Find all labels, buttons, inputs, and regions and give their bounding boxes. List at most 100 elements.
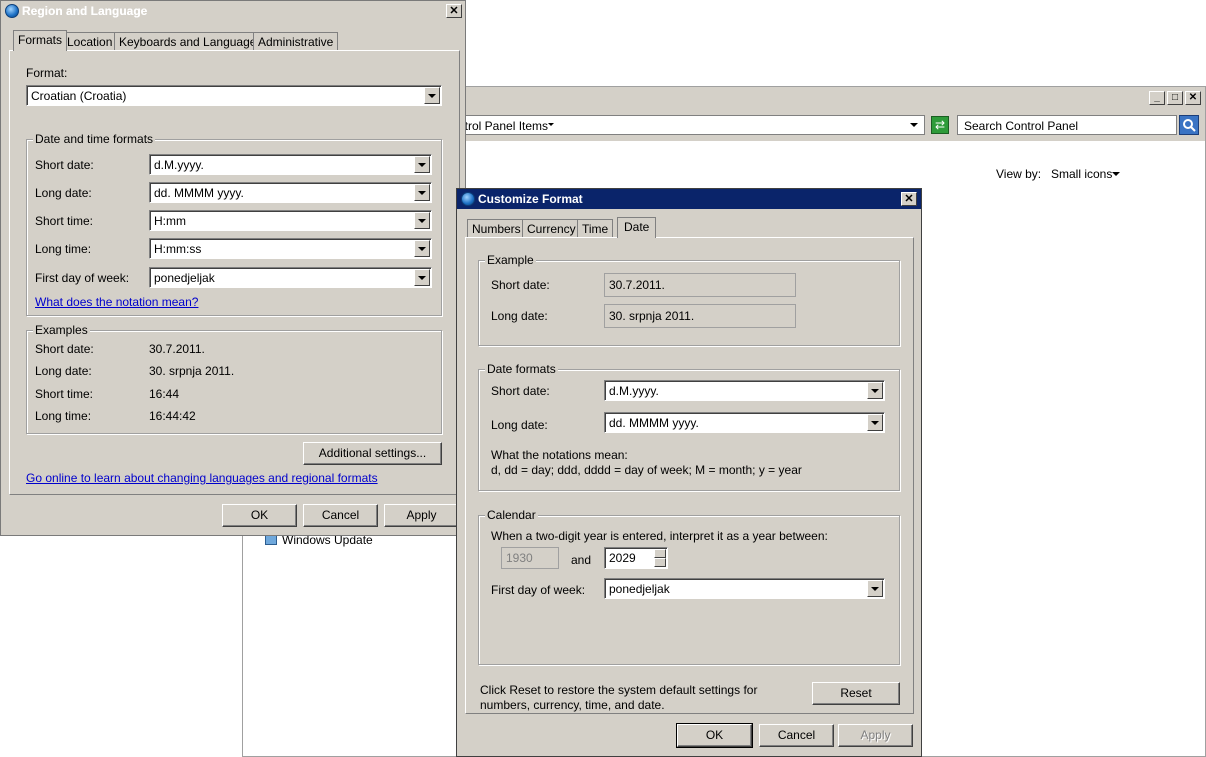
region-language-dialog: Region and Language ✕ Formats Location K…: [0, 0, 466, 536]
chevron-down-icon[interactable]: [867, 580, 883, 597]
tab-time[interactable]: Time: [577, 219, 614, 238]
tab-keyboards-label: Keyboards and Languages: [119, 35, 263, 49]
short-time-value: H:mm: [154, 214, 186, 228]
tab-administrative[interactable]: Administrative: [253, 32, 339, 51]
long-date-value[interactable]: dd. MMMM yyyy.: [609, 416, 699, 430]
long-date-select[interactable]: dd. MMMM yyyy.: [149, 182, 432, 203]
globe-icon: [5, 4, 19, 18]
online-help-link[interactable]: Go online to learn about changing langua…: [26, 471, 378, 485]
calendar-first-day-label: First day of week:: [491, 583, 586, 597]
address-dropdown-icon[interactable]: [910, 123, 918, 127]
first-day-select[interactable]: ponedjeljak: [149, 267, 432, 288]
breadcrumb-chevron-icon[interactable]: [548, 123, 554, 126]
customize-format-dialog: Customize Format ✕ Numbers Currency Time…: [456, 188, 922, 757]
tab-keyboards-languages[interactable]: Keyboards and Languages: [114, 32, 268, 51]
calendar-first-day-select[interactable]: ponedjeljak: [604, 578, 885, 599]
tab-location[interactable]: Location: [62, 32, 118, 51]
tab-time-label: Time: [582, 222, 609, 236]
chevron-down-icon[interactable]: [424, 87, 440, 104]
search-icon[interactable]: [1179, 115, 1199, 135]
example-long-date-label: Long date:: [35, 364, 92, 378]
long-time-select[interactable]: H:mm:ss: [149, 238, 432, 259]
chevron-down-icon[interactable]: [414, 240, 430, 257]
view-by-chevron-icon[interactable]: [1112, 172, 1120, 176]
chevron-down-icon[interactable]: [414, 269, 430, 286]
minimize-button[interactable]: _: [1149, 91, 1165, 105]
customize-title: Customize Format: [478, 192, 583, 206]
region-apply-button[interactable]: Apply: [384, 504, 459, 527]
spin-down-icon[interactable]: [654, 558, 666, 567]
example-long-date-value: 30. srpnja 2011.: [604, 304, 796, 328]
maximize-button[interactable]: □: [1167, 91, 1183, 105]
chevron-down-icon[interactable]: [867, 414, 883, 431]
long-date-value: dd. MMMM yyyy.: [154, 186, 244, 200]
short-date-value[interactable]: d.M.yyyy.: [609, 384, 659, 398]
short-date-select[interactable]: d.M.yyyy.: [149, 154, 432, 175]
date-time-formats-label: Date and time formats: [33, 132, 156, 146]
region-cancel-button[interactable]: Cancel: [303, 504, 378, 527]
format-select[interactable]: Croatian (Croatia): [26, 85, 442, 106]
example-short-date-label: Short date:: [491, 278, 550, 292]
tab-currency[interactable]: Currency: [522, 219, 581, 238]
date-formats-label: Date formats: [485, 362, 558, 376]
example-long-date-value: 30. srpnja 2011.: [149, 364, 235, 378]
chevron-down-icon[interactable]: [414, 156, 430, 173]
chevron-down-icon[interactable]: [867, 382, 883, 399]
long-time-value: H:mm:ss: [154, 242, 202, 256]
example-short-date-label: Short date:: [35, 342, 94, 356]
region-close-button[interactable]: ✕: [446, 4, 462, 18]
region-titlebar: Region and Language: [1, 1, 465, 21]
breadcrumb[interactable]: ntrol Panel Items: [458, 119, 548, 133]
region-ok-button[interactable]: OK: [222, 504, 297, 527]
search-field[interactable]: Search Control Panel: [957, 115, 1177, 135]
long-date-combo[interactable]: dd. MMMM yyyy.: [604, 412, 885, 433]
view-by-dropdown[interactable]: Small icons: [1051, 167, 1112, 181]
customize-close-button[interactable]: ✕: [901, 192, 917, 206]
additional-settings-button[interactable]: Additional settings...: [303, 442, 442, 465]
customize-ok-button[interactable]: OK: [676, 723, 753, 748]
format-value: Croatian (Croatia): [31, 89, 127, 103]
tab-currency-label: Currency: [527, 222, 576, 236]
chevron-down-icon[interactable]: [414, 184, 430, 201]
long-date-label: Long date:: [35, 186, 92, 200]
and-label: and: [571, 553, 592, 567]
view-by-label: View by:: [996, 167, 1042, 181]
first-day-value: ponedjeljak: [154, 271, 215, 285]
reset-button[interactable]: Reset: [812, 682, 900, 705]
address-bar[interactable]: ntrol Panel Items: [453, 115, 925, 135]
short-date-combo[interactable]: d.M.yyyy.: [604, 380, 885, 401]
refresh-icon[interactable]: ⇄: [931, 116, 949, 134]
close-button[interactable]: ✕: [1185, 91, 1201, 105]
year-from-field: 1930: [501, 547, 559, 569]
year-to-spinner[interactable]: 2029: [604, 547, 668, 569]
customize-cancel-button[interactable]: Cancel: [759, 724, 834, 747]
example-long-time-value: 16:44:42: [149, 409, 196, 423]
tab-date[interactable]: Date: [617, 217, 657, 238]
format-label: Format:: [26, 66, 68, 80]
short-time-select[interactable]: H:mm: [149, 210, 432, 231]
notations-title: What the notations mean:: [491, 448, 628, 462]
notation-help-link[interactable]: What does the notation mean?: [35, 295, 198, 309]
tab-date-label: Date: [624, 220, 650, 234]
tab-location-label: Location: [67, 35, 113, 49]
year-to-value[interactable]: 2029: [609, 551, 636, 565]
reset-hint-line2: numbers, currency, time, and date.: [480, 698, 665, 712]
example-short-time-value: 16:44: [149, 387, 180, 401]
region-title: Region and Language: [22, 4, 148, 18]
spin-up-icon[interactable]: [654, 549, 666, 558]
short-date-label: Short date:: [35, 158, 94, 172]
calendar-description: When a two-digit year is entered, interp…: [491, 529, 828, 543]
tab-formats[interactable]: Formats: [13, 30, 68, 51]
notations-text: d, dd = day; ddd, dddd = day of week; M …: [491, 463, 802, 477]
examples-label: Examples: [33, 323, 90, 337]
calendar-first-day-value: ponedjeljak: [609, 582, 670, 596]
short-date-label: Short date:: [491, 384, 550, 398]
example-long-date-label: Long date:: [491, 309, 548, 323]
example-label: Example: [485, 253, 536, 267]
example-long-time-label: Long time:: [35, 409, 92, 423]
chevron-down-icon[interactable]: [414, 212, 430, 229]
tab-numbers[interactable]: Numbers: [467, 219, 526, 238]
customize-apply-button[interactable]: Apply: [838, 724, 913, 747]
example-short-date-value: 30.7.2011.: [149, 342, 205, 356]
short-date-value: d.M.yyyy.: [154, 158, 204, 172]
